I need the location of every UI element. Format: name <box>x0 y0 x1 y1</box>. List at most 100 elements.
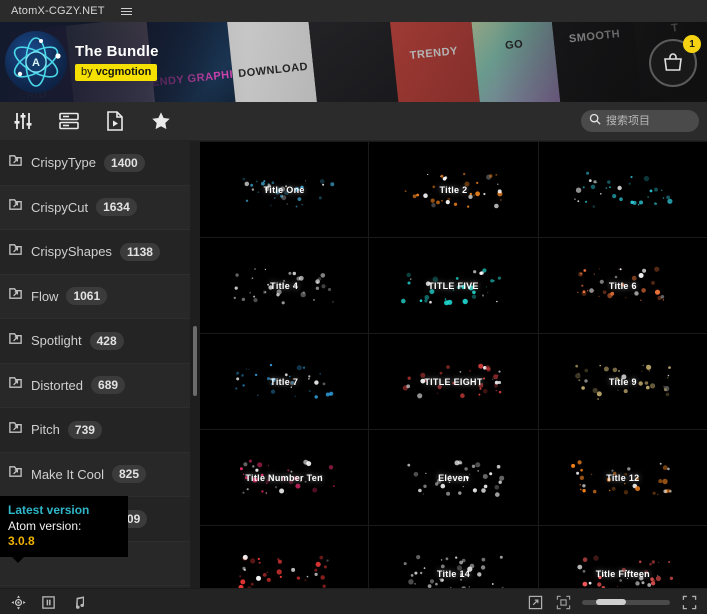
sidebar-item-crispyshapes[interactable]: CrispyShapes 1138 <box>0 230 190 275</box>
grid-item-title: Title 7 <box>270 377 298 387</box>
app-window: AtomX-CGZY.NET GRID TRENDY GRAPHICS DOWN… <box>0 0 707 614</box>
pause-icon[interactable] <box>39 594 57 612</box>
fullscreen-icon[interactable] <box>680 594 698 612</box>
grid-item[interactable]: TITLE FIVE <box>369 238 537 333</box>
grid-scrollbar-thumb[interactable] <box>193 326 197 396</box>
grid-item[interactable]: Title 14 <box>369 526 537 588</box>
particle-effect-icon <box>563 167 683 213</box>
grid-item-title: Title 12 <box>606 473 639 483</box>
content-area: CrispyType 1400 CrispyCut 1634 Cri <box>0 141 707 588</box>
grid-item-title: Eleven <box>438 473 469 483</box>
category-sidebar[interactable]: CrispyType 1400 CrispyCut 1634 Cri <box>0 141 190 588</box>
title-bar: AtomX-CGZY.NET <box>0 0 707 22</box>
sidebar-item-label: Pitch <box>31 422 60 437</box>
cart-badge-count: 1 <box>683 35 701 53</box>
folder-arrow-icon <box>8 242 23 262</box>
grid-item[interactable]: Title One <box>200 142 368 237</box>
grid-item[interactable] <box>200 526 368 588</box>
status-bar <box>0 588 707 614</box>
main-toolbar <box>0 102 707 141</box>
sidebar-item-spotlight[interactable]: Spotlight 428 <box>0 319 190 364</box>
sidebar-item-count: 428 <box>90 332 124 350</box>
grid-item[interactable]: Title 9 <box>539 334 707 429</box>
banner-title: The Bundle <box>75 43 159 60</box>
grid-item[interactable]: Title 4 <box>200 238 368 333</box>
folder-arrow-icon <box>8 197 23 217</box>
folder-arrow-icon <box>8 420 23 440</box>
grid-item-title: Title 14 <box>437 569 470 579</box>
thumbnail-size-slider[interactable] <box>582 600 670 605</box>
sidebar-item-crispytype[interactable]: CrispyType 1400 <box>0 141 190 186</box>
atom-logo-icon: A <box>5 31 67 93</box>
grid-scrollbar[interactable] <box>190 141 200 588</box>
grid-item-title: Title 9 <box>609 377 637 387</box>
video-file-icon[interactable] <box>102 108 128 134</box>
status-bar-right <box>526 594 698 612</box>
grid-item-title: Title 4 <box>270 281 298 291</box>
grid-item[interactable]: Title Number Ten <box>200 430 368 525</box>
star-icon[interactable] <box>148 108 174 134</box>
grid-item-title: Title 2 <box>440 185 468 195</box>
list-view-icon[interactable] <box>56 108 82 134</box>
brand-text: The Bundle by vcgmotion <box>75 43 159 81</box>
grid-item[interactable]: Title 6 <box>539 238 707 333</box>
search-input[interactable] <box>606 115 698 127</box>
sidebar-item-count: 1138 <box>120 243 160 261</box>
sidebar-item-pitch[interactable]: Pitch 739 <box>0 408 190 453</box>
sidebar-item-count: 1061 <box>66 287 107 305</box>
logo-letter: A <box>32 57 40 69</box>
sidebar-item-label: Distorted <box>31 378 83 393</box>
sidebar-item-label: Make It Cool <box>31 467 104 482</box>
search-icon <box>589 112 601 130</box>
promo-banner[interactable]: GRID TRENDY GRAPHICS DOWNLOAD TRENDY GO … <box>0 22 707 102</box>
sidebar-item-count: 689 <box>91 376 125 394</box>
sidebar-item-label: Flow <box>31 289 58 304</box>
sidebar-item-count: 825 <box>112 465 146 483</box>
sidebar-item-label: CrispyCut <box>31 200 88 215</box>
folder-arrow-icon <box>8 331 23 351</box>
preset-grid: Title One Title 2 Title 4 TITLE FIVE Tit… <box>200 141 707 588</box>
brand-block: A The Bundle by vcgmotion <box>0 22 215 102</box>
music-note-icon[interactable] <box>69 594 87 612</box>
banner-author-chip: by vcgmotion <box>75 64 157 81</box>
grid-item[interactable] <box>539 142 707 237</box>
grid-item[interactable]: Title Fifteen <box>539 526 707 588</box>
sidebar-item-label: CrispyType <box>31 155 96 170</box>
search-box[interactable] <box>581 110 699 132</box>
cart-button[interactable]: 1 <box>649 39 697 87</box>
version-tooltip: Latest version Atom version: 3.0.8 <box>0 496 128 557</box>
sidebar-item-flow[interactable]: Flow 1061 <box>0 275 190 320</box>
tooltip-label: Atom version: <box>8 519 120 533</box>
grid-item[interactable]: Title 12 <box>539 430 707 525</box>
sidebar-item-distorted[interactable]: Distorted 689 <box>0 364 190 409</box>
folder-arrow-icon <box>8 464 23 484</box>
particle-effect-icon <box>224 551 344 589</box>
sliders-icon[interactable] <box>10 108 36 134</box>
expand-arrow-icon[interactable] <box>526 594 544 612</box>
grid-item-title: TITLE EIGHT <box>424 377 482 387</box>
grid-item[interactable]: Title 7 <box>200 334 368 429</box>
grid-item[interactable]: Title 2 <box>369 142 537 237</box>
sidebar-item-count: 1400 <box>104 154 145 172</box>
folder-arrow-icon <box>8 153 23 173</box>
grid-item-title: Title Fifteen <box>596 569 650 579</box>
sidebar-item-make-it-cool[interactable]: Make It Cool 825 <box>0 453 190 498</box>
tooltip-version: 3.0.8 <box>8 534 120 548</box>
folder-arrow-icon <box>8 286 23 306</box>
sidebar-item-label: Spotlight <box>31 333 82 348</box>
sidebar-item-count: 739 <box>68 421 102 439</box>
folder-arrow-icon <box>8 375 23 395</box>
tooltip-arrow <box>12 557 24 563</box>
grid-item[interactable]: TITLE EIGHT <box>369 334 537 429</box>
tooltip-heading: Latest version <box>8 503 120 517</box>
hamburger-menu-icon[interactable] <box>119 6 134 17</box>
app-title: AtomX-CGZY.NET <box>11 5 105 17</box>
sidebar-item-crispycut[interactable]: CrispyCut 1634 <box>0 186 190 231</box>
grid-item[interactable]: Eleven <box>369 430 537 525</box>
sidebar-item-label: CrispyShapes <box>31 244 112 259</box>
atom-settings-icon[interactable] <box>9 594 27 612</box>
grid-item-title: Title Number Ten <box>245 473 322 483</box>
thumbnail-size-slider-thumb[interactable] <box>596 599 626 605</box>
grid-size-icon[interactable] <box>554 594 572 612</box>
grid-item-title: TITLE FIVE <box>428 281 479 291</box>
